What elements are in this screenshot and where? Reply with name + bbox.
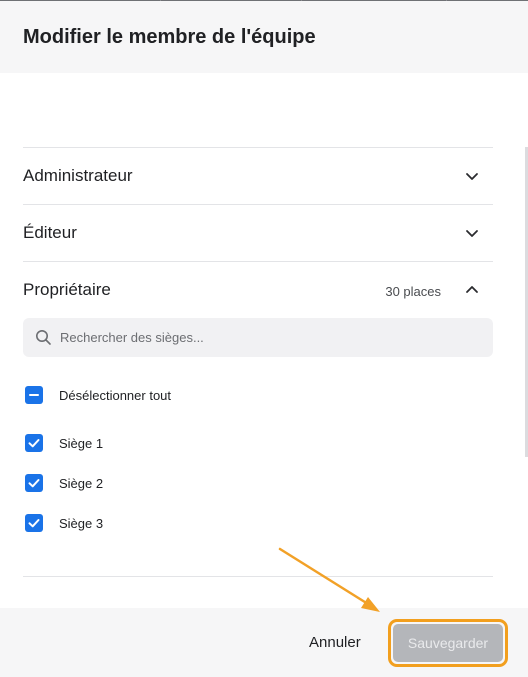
search-icon <box>36 330 51 345</box>
dialog-header: Modifier le membre de l'équipe <box>0 1 528 73</box>
seat-row[interactable]: Siège 2 <box>25 474 325 494</box>
check-icon <box>28 439 40 448</box>
seat-label: Siège 2 <box>59 476 104 491</box>
check-icon <box>28 519 40 528</box>
select-all-label: Désélectionner tout <box>59 388 172 403</box>
role-row-editeur[interactable]: Éditeur <box>23 205 493 261</box>
select-all-row[interactable]: Désélectionner tout <box>25 386 325 406</box>
seat-checkbox[interactable] <box>25 434 43 452</box>
seat-checkbox[interactable] <box>25 514 43 532</box>
seat-label: Siège 1 <box>59 436 104 451</box>
seat-checkbox[interactable] <box>25 474 43 492</box>
seat-search[interactable] <box>23 318 493 357</box>
role-label: Propriétaire <box>23 280 111 299</box>
seat-row[interactable]: Siège 3 <box>25 514 325 534</box>
seat-label: Siège 3 <box>59 516 104 531</box>
save-button[interactable]: Sauvegarder <box>393 624 503 662</box>
check-icon <box>28 479 40 488</box>
divider <box>23 576 493 577</box>
role-label: Éditeur <box>23 223 77 242</box>
cancel-button[interactable]: Annuler <box>307 634 363 651</box>
chevron-up-icon[interactable] <box>463 281 481 299</box>
seat-row[interactable]: Siège 1 <box>25 434 325 454</box>
dialog-title: Modifier le membre de l'équipe <box>23 26 316 48</box>
role-row-administrateur[interactable]: Administrateur <box>23 148 493 204</box>
chevron-down-icon[interactable] <box>463 224 481 242</box>
seat-count: 30 places <box>385 284 441 299</box>
dialog-footer: Annuler Sauvegarder <box>0 608 528 677</box>
minus-icon <box>29 394 39 396</box>
search-input[interactable] <box>60 318 480 357</box>
select-all-checkbox[interactable] <box>25 386 43 404</box>
chevron-down-icon[interactable] <box>463 167 481 185</box>
role-row-proprietaire[interactable]: Propriétaire 30 places <box>23 262 493 318</box>
role-label: Administrateur <box>23 166 133 185</box>
